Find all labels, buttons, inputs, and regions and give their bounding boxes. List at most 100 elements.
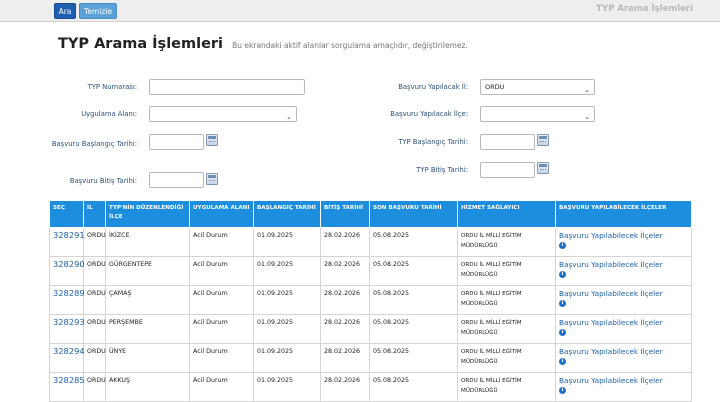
row-id-link[interactable]: 328294 <box>49 343 85 373</box>
page-title: TYP Arama İşlemleri <box>58 36 224 52</box>
row-id-link[interactable]: 328289 <box>49 285 85 315</box>
row-id-link[interactable]: 328291 <box>49 227 85 257</box>
info-icon[interactable]: i <box>559 241 566 249</box>
districts-link[interactable]: Başvuru Yapılabilecek İlçeler <box>559 260 663 269</box>
cell-start-date: 01.09.2025 <box>253 227 321 257</box>
cell-deadline: 05.08.2025 <box>369 227 458 257</box>
typ-start-date-input[interactable] <box>480 134 535 150</box>
chevron-down-icon: ⌄ <box>584 113 590 121</box>
calendar-icon[interactable] <box>206 134 218 146</box>
info-icon[interactable]: i <box>559 270 566 278</box>
cell-district: AKKUŞ <box>105 372 190 402</box>
typ-end-date-input[interactable] <box>480 162 535 178</box>
application-area-label: Uygulama Alanı: <box>81 110 137 118</box>
typ-number-input[interactable] <box>149 79 305 95</box>
row-id-link[interactable]: 328290 <box>49 256 85 286</box>
cell-districts: Başvuru Yapılabilecek İlçeler i <box>555 343 692 373</box>
cell-province: ORDU <box>83 256 106 286</box>
cell-provider: ORDU İL MİLLİ EĞİTİM MÜDÜRLÜĞÜ <box>457 343 556 373</box>
column-header-provider[interactable]: HİZMET SAĞLAYICI <box>457 200 556 228</box>
cell-start-date: 01.09.2025 <box>253 256 321 286</box>
districts-link[interactable]: Başvuru Yapılabilecek İlçeler <box>559 231 663 240</box>
districts-link[interactable]: Başvuru Yapılabilecek İlçeler <box>559 376 663 385</box>
column-header-select[interactable]: SEÇ <box>49 200 84 228</box>
typ-end-date-label: TYP Bitiş Tarihi: <box>416 166 468 174</box>
cell-area: Acil Durum <box>189 285 254 315</box>
info-icon[interactable]: i <box>559 328 566 336</box>
calendar-icon[interactable] <box>206 173 218 185</box>
cell-provider: ORDU İL MİLLİ EĞİTİM MÜDÜRLÜĞÜ <box>457 314 556 344</box>
application-area-select[interactable]: ⌄ <box>149 106 297 122</box>
cell-deadline: 05.08.2025 <box>369 343 458 373</box>
cell-area: Acil Durum <box>189 256 254 286</box>
column-header-district[interactable]: TYP'NİN DÜZENLENDİĞİ İLÇE <box>105 200 190 228</box>
cell-deadline: 05.08.2025 <box>369 372 458 402</box>
cell-start-date: 01.09.2025 <box>253 372 321 402</box>
cell-provider: ORDU İL MİLLİ EĞİTİM MÜDÜRLÜĞÜ <box>457 372 556 402</box>
cell-provider: ORDU İL MİLLİ EĞİTİM MÜDÜRLÜĞÜ <box>457 256 556 286</box>
province-select[interactable]: ORDU ⌄ <box>480 79 595 95</box>
districts-link[interactable]: Başvuru Yapılabilecek İlçeler <box>559 318 663 327</box>
districts-link[interactable]: Başvuru Yapılabilecek İlçeler <box>559 347 663 356</box>
clear-button[interactable]: Temizle <box>79 3 117 19</box>
cell-province: ORDU <box>83 314 106 344</box>
column-header-districts[interactable]: BAŞVURU YAPILABİLECEK İLÇELER <box>555 200 692 228</box>
cell-area: Acil Durum <box>189 343 254 373</box>
districts-link[interactable]: Başvuru Yapılabilecek İlçeler <box>559 289 663 298</box>
cell-end-date: 28.02.2026 <box>320 372 370 402</box>
district-label: Başvuru Yapılacak İlçe: <box>390 110 468 118</box>
cell-deadline: 05.08.2025 <box>369 285 458 315</box>
cell-provider: ORDU İL MİLLİ EĞİTİM MÜDÜRLÜĞÜ <box>457 285 556 315</box>
top-toolbar: Ara Temizle TYP Arama İşlemleri <box>0 0 720 22</box>
application-end-date-label: Başvuru Bitiş Tarihi: <box>69 177 137 185</box>
row-id-link[interactable]: 328285 <box>49 372 85 402</box>
cell-end-date: 28.02.2026 <box>320 343 370 373</box>
cell-districts: Başvuru Yapılabilecek İlçeler i <box>555 314 692 344</box>
column-header-area[interactable]: UYGULAMA ALANI <box>189 200 254 228</box>
cell-start-date: 01.09.2025 <box>253 314 321 344</box>
chevron-down-icon: ⌄ <box>286 113 292 121</box>
cell-end-date: 28.02.2026 <box>320 285 370 315</box>
table-row: 328293 ORDU PERŞEMBE Acil Durum 01.09.20… <box>49 314 692 344</box>
application-start-date-label: Başvuru Başlangıç Tarihi: <box>51 140 137 148</box>
province-label: Başvuru Yapılacak İl: <box>398 83 468 91</box>
info-icon[interactable]: i <box>559 386 566 394</box>
cell-districts: Başvuru Yapılabilecek İlçeler i <box>555 372 692 402</box>
cell-province: ORDU <box>83 227 106 257</box>
cell-district: ÜNYE <box>105 343 190 373</box>
table-row: 328290 ORDU GÜRGENTEPE Acil Durum 01.09.… <box>49 256 692 286</box>
table-row: 328289 ORDU ÇAMAŞ Acil Durum 01.09.2025 … <box>49 285 692 315</box>
district-select[interactable]: ⌄ <box>480 106 595 122</box>
cell-end-date: 28.02.2026 <box>320 227 370 257</box>
table-row: 328294 ORDU ÜNYE Acil Durum 01.09.2025 2… <box>49 343 692 373</box>
cell-district: ÇAMAŞ <box>105 285 190 315</box>
provider-text: ORDU İL MİLLİ EĞİTİM MÜDÜRLÜĞÜ <box>461 262 522 278</box>
provider-text: ORDU İL MİLLİ EĞİTİM MÜDÜRLÜĞÜ <box>461 233 522 249</box>
cell-district: PERŞEMBE <box>105 314 190 344</box>
province-value: ORDU <box>485 83 505 91</box>
cell-province: ORDU <box>83 343 106 373</box>
calendar-icon[interactable] <box>537 162 549 174</box>
application-end-date-input[interactable] <box>149 172 204 188</box>
cell-deadline: 05.08.2025 <box>369 314 458 344</box>
cell-start-date: 01.09.2025 <box>253 285 321 315</box>
provider-text: ORDU İL MİLLİ EĞİTİM MÜDÜRLÜĞÜ <box>461 291 522 307</box>
calendar-icon[interactable] <box>537 134 549 146</box>
chevron-down-icon: ⌄ <box>584 86 590 94</box>
table-row: 328291 ORDU İKİZCE Acil Durum 01.09.2025… <box>49 227 692 257</box>
page-subtitle: Bu ekrandaki aktif alanlar sorgulama ama… <box>232 41 468 50</box>
column-header-deadline[interactable]: SON BAŞVURU TARİHİ <box>369 200 458 228</box>
row-id-link[interactable]: 328293 <box>49 314 85 344</box>
results-table: SEÇ İL TYP'NİN DÜZENLENDİĞİ İLÇE UYGULAM… <box>49 200 692 402</box>
provider-text: ORDU İL MİLLİ EĞİTİM MÜDÜRLÜĞÜ <box>461 378 522 394</box>
application-start-date-input[interactable] <box>149 134 204 150</box>
column-header-end-date[interactable]: BİTİŞ TARİHİ <box>320 200 370 228</box>
typ-number-label: TYP Numarası: <box>87 83 137 91</box>
info-icon[interactable]: i <box>559 357 566 365</box>
column-header-start-date[interactable]: BAŞLANGIÇ TARİHİ <box>253 200 321 228</box>
info-icon[interactable]: i <box>559 299 566 307</box>
typ-start-date-label: TYP Başlangıç Tarihi: <box>398 138 468 146</box>
cell-province: ORDU <box>83 285 106 315</box>
column-header-province[interactable]: İL <box>83 200 106 228</box>
search-button[interactable]: Ara <box>54 3 76 19</box>
